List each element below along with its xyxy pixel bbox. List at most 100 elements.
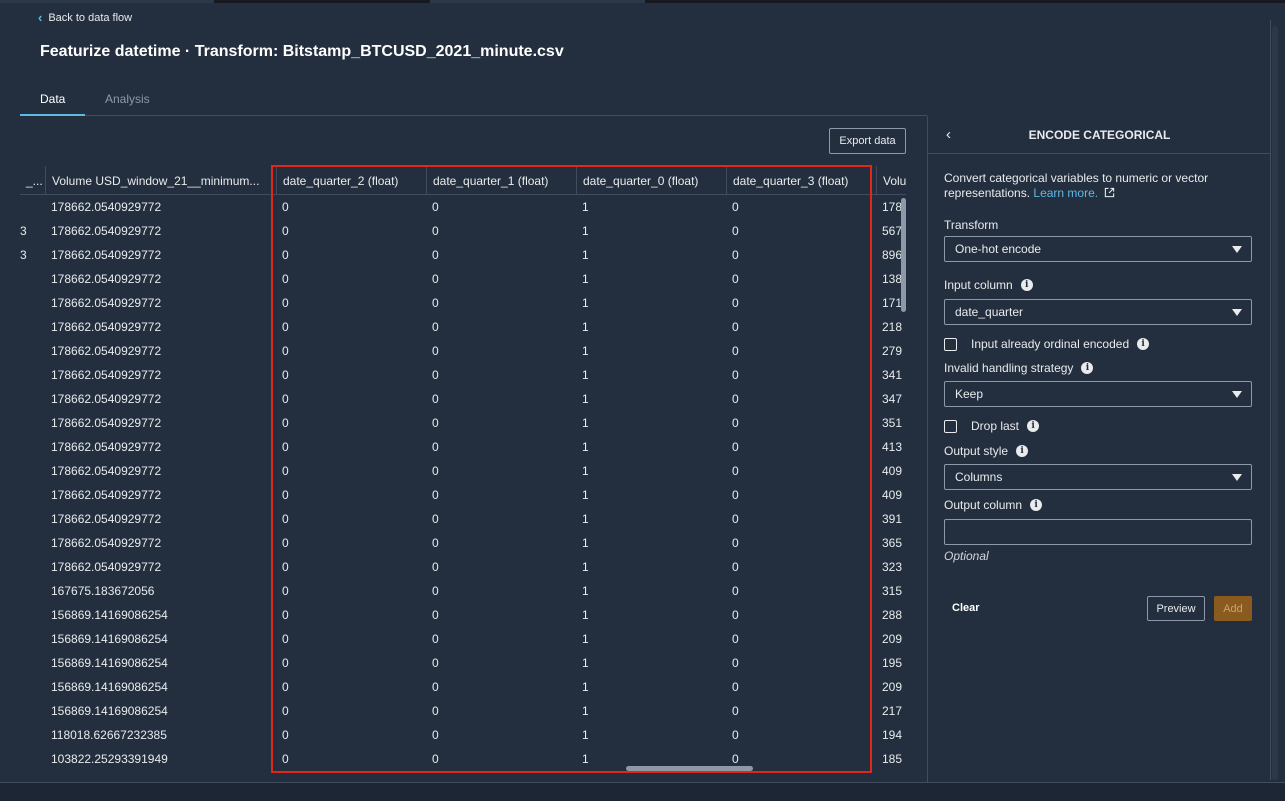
table-cell bbox=[20, 699, 45, 723]
table-row: 178662.0540929772 0 0 1 0 391 bbox=[20, 507, 906, 531]
chevron-left-icon: ‹ bbox=[38, 10, 43, 25]
table-cell: 1 bbox=[582, 224, 589, 238]
table-cell: 347 bbox=[882, 392, 903, 406]
column-header-col-date-quarter-2[interactable]: date_quarter_2 (float) bbox=[276, 166, 426, 195]
table-cell: 0 bbox=[732, 368, 739, 382]
table-cell: 0 bbox=[732, 320, 739, 334]
table-cell bbox=[20, 195, 45, 219]
optional-hint: Optional bbox=[944, 549, 989, 563]
table-cell: 194 bbox=[882, 728, 903, 742]
table-cell: 0 bbox=[282, 200, 289, 214]
table-row: 178662.0540929772 0 0 1 0 218 bbox=[20, 315, 906, 339]
table-cell: 178662.0540929772 bbox=[51, 416, 162, 430]
page-vertical-scrollbar[interactable] bbox=[1270, 20, 1278, 780]
table-cell: 0 bbox=[432, 344, 439, 358]
column-header-col-date-quarter-1[interactable]: date_quarter_1 (float) bbox=[426, 166, 576, 195]
invalid-handling-select[interactable]: Keep bbox=[944, 381, 1252, 407]
table-cell: 409 bbox=[882, 464, 903, 478]
ordinal-encoded-row: Input already ordinal encoded i bbox=[944, 337, 1150, 351]
drop-last-label: Drop last bbox=[971, 419, 1020, 433]
table-cell: 0 bbox=[732, 488, 739, 502]
table-cell: 178662.0540929772 bbox=[51, 440, 162, 454]
output-column-input[interactable] bbox=[944, 519, 1252, 545]
table-cell: 0 bbox=[432, 440, 439, 454]
table-row: 156869.14169086254 0 0 1 0 217 bbox=[20, 699, 906, 723]
table-cell: 0 bbox=[732, 344, 739, 358]
export-data-button[interactable]: Export data bbox=[829, 128, 906, 154]
table-cell: 0 bbox=[282, 680, 289, 694]
tab-bar: Data Analysis bbox=[20, 86, 927, 116]
table-cell: 0 bbox=[432, 656, 439, 670]
table-cell: 1 bbox=[582, 248, 589, 262]
table-cell: 3 bbox=[20, 224, 27, 238]
table-cell: 0 bbox=[732, 584, 739, 598]
column-header-col-volume[interactable]: Volu bbox=[876, 166, 906, 195]
grid-vertical-scrollbar[interactable] bbox=[901, 198, 906, 312]
table-cell: 1 bbox=[582, 440, 589, 454]
table-cell: 0 bbox=[282, 632, 289, 646]
table-cell: 1 bbox=[582, 296, 589, 310]
table-cell bbox=[20, 531, 45, 555]
column-header-col-date-quarter-0[interactable]: date_quarter_0 (float) bbox=[576, 166, 726, 195]
table-cell: 1 bbox=[582, 392, 589, 406]
table-cell: 0 bbox=[732, 560, 739, 574]
invalid-handling-label-text: Invalid handling strategy bbox=[944, 361, 1074, 375]
transform-label-text: Transform bbox=[944, 218, 999, 232]
table-cell: 0 bbox=[732, 512, 739, 526]
top-strip bbox=[0, 0, 1285, 3]
table-cell: 0 bbox=[732, 656, 739, 670]
table-cell: 209 bbox=[882, 632, 903, 646]
drop-last-checkbox[interactable] bbox=[944, 419, 957, 433]
info-icon[interactable]: i bbox=[1027, 420, 1040, 432]
info-icon[interactable]: i bbox=[1081, 362, 1094, 374]
learn-more-link[interactable]: Learn more. bbox=[1033, 186, 1098, 200]
column-header-col-date-quarter-3[interactable]: date_quarter_3 (float) bbox=[726, 166, 876, 195]
output-style-select[interactable]: Columns bbox=[944, 464, 1252, 490]
page-scrollbar-thumb[interactable] bbox=[1272, 26, 1278, 780]
table-cell: 0 bbox=[732, 680, 739, 694]
column-header-col-volume-usd-window[interactable]: Volume USD_window_21__minimum... bbox=[45, 166, 276, 195]
column-header-col-truncated[interactable]: _... bbox=[20, 166, 45, 195]
info-icon[interactable]: i bbox=[1020, 279, 1033, 291]
back-to-data-flow-link[interactable]: ‹ Back to data flow bbox=[38, 10, 132, 25]
table-cell: 0 bbox=[432, 296, 439, 310]
add-button[interactable]: Add bbox=[1214, 596, 1252, 621]
grid-horizontal-scrollbar[interactable] bbox=[626, 766, 753, 771]
table-cell bbox=[20, 651, 45, 675]
table-cell: 1 bbox=[582, 320, 589, 334]
table-cell: 156869.14169086254 bbox=[51, 608, 168, 622]
output-style-label: Output style i bbox=[944, 444, 1029, 458]
table-cell bbox=[20, 459, 45, 483]
table-cell: 1 bbox=[582, 680, 589, 694]
table-cell: 0 bbox=[282, 416, 289, 430]
transform-select[interactable]: One-hot encode bbox=[944, 236, 1252, 262]
ordinal-encoded-label: Input already ordinal encoded bbox=[971, 337, 1130, 351]
preview-button[interactable]: Preview bbox=[1147, 596, 1205, 621]
data-grid: _... Volume USD_window_21__minimum... date… bbox=[20, 166, 906, 770]
table-cell: 365 bbox=[882, 536, 903, 550]
table-cell: 0 bbox=[282, 464, 289, 478]
info-icon[interactable]: i bbox=[1016, 445, 1029, 457]
input-column-select[interactable]: date_quarter bbox=[944, 299, 1252, 325]
table-cell: 391 bbox=[882, 512, 903, 526]
top-strip-segment bbox=[214, 0, 430, 3]
tab-analysis[interactable]: Analysis bbox=[105, 86, 150, 116]
table-cell: 178662.0540929772 bbox=[51, 512, 162, 526]
page-title: Featurize datetime · Transform: Bitstamp… bbox=[40, 43, 564, 60]
transform-select-value: One-hot encode bbox=[955, 242, 1042, 256]
table-cell: 0 bbox=[282, 320, 289, 334]
table-cell bbox=[20, 411, 45, 435]
table-cell: 0 bbox=[732, 728, 739, 742]
ordinal-encoded-checkbox[interactable] bbox=[944, 337, 957, 351]
table-cell: 323 bbox=[882, 560, 903, 574]
table-cell: 279 bbox=[882, 344, 903, 358]
info-icon[interactable]: i bbox=[1030, 499, 1043, 511]
caret-down-icon bbox=[1232, 246, 1242, 253]
table-cell: 156869.14169086254 bbox=[51, 704, 168, 718]
table-row: 3 178662.0540929772 0 0 1 0 567 bbox=[20, 219, 906, 243]
tab-data[interactable]: Data bbox=[20, 86, 85, 116]
info-icon[interactable]: i bbox=[1137, 338, 1150, 350]
top-strip-segment bbox=[645, 0, 1285, 3]
table-cell: 0 bbox=[282, 584, 289, 598]
clear-button[interactable]: Clear bbox=[952, 602, 980, 614]
